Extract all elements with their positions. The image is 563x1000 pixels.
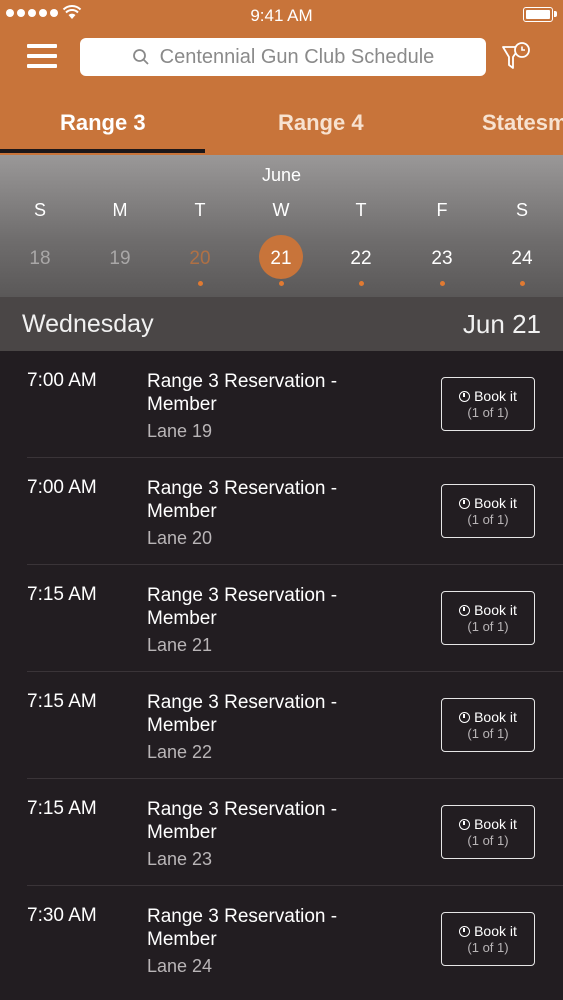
reservation-time: 7:15 AM [27,691,97,712]
selected-weekday: Wednesday [22,310,154,338]
status-bar: 9:41 AM [0,0,563,30]
list-item[interactable]: 7:15 AM Range 3 Reservation - Member Lan… [0,672,563,779]
reservation-title: Range 3 Reservation - Member [147,371,338,415]
list-item[interactable]: 7:15 AM Range 3 Reservation - Member Lan… [0,565,563,672]
book-it-button[interactable]: Book it (1 of 1) [441,484,535,538]
book-it-button[interactable]: Book it (1 of 1) [441,912,535,966]
weekday-label: S [515,200,528,220]
range-tabs: Range 3 Range 4 Statesm [0,92,563,155]
app-header: Centennial Gun Club Schedule Range 3 Ran… [0,30,563,155]
book-it-button[interactable]: Book it (1 of 1) [441,698,535,752]
reservation-list: 7:00 AM Range 3 Reservation - Member Lan… [0,351,563,993]
calendar-day[interactable]: 19 [95,248,145,270]
event-dot [520,281,525,286]
book-it-label: Book it [474,495,517,511]
event-dot [440,281,445,286]
event-dot [279,281,284,286]
clock-icon [459,711,471,723]
reservation-lane: Lane 19 [147,421,213,441]
book-it-button[interactable]: Book it (1 of 1) [441,591,535,645]
book-it-button[interactable]: Book it (1 of 1) [441,377,535,431]
availability-count: (1 of 1) [467,726,509,741]
list-item[interactable]: 7:30 AM Range 3 Reservation - Member Lan… [0,886,563,993]
calendar-day[interactable]: 23 [417,248,467,270]
availability-count: (1 of 1) [467,833,509,848]
search-icon [132,49,149,65]
availability-count: (1 of 1) [467,940,509,955]
weekday-label: W [272,200,290,220]
reservation-title: Range 3 Reservation - Member [147,692,338,736]
book-it-label: Book it [474,388,517,404]
selected-date: Jun 21 [462,309,541,339]
menu-icon[interactable] [27,42,59,70]
event-dot [359,281,364,286]
search-text: Centennial Gun Club Schedule [159,45,435,68]
calendar-day[interactable]: 18 [15,248,65,270]
calendar-day[interactable]: 24 [497,248,547,270]
reservation-lane: Lane 23 [147,849,213,869]
reservation-time: 7:15 AM [27,584,97,605]
reservation-title: Range 3 Reservation - Member [147,585,338,629]
weekday-label: M [112,200,128,220]
reservation-time: 7:00 AM [27,477,97,498]
status-time: 9:41 AM [250,6,313,25]
reservation-lane: Lane 21 [147,635,213,655]
date-header: Wednesday Jun 21 [0,297,563,351]
tab-range-3[interactable]: Range 3 [60,110,146,136]
reservation-lane: Lane 22 [147,742,213,762]
week-calendar: June S M T W T F S 18 19 20 21 22 23 24 [0,155,563,297]
weekday-label: F [436,200,448,220]
reservation-time: 7:30 AM [27,905,97,926]
calendar-day[interactable]: 20 [175,248,225,270]
reservation-title: Range 3 Reservation - Member [147,906,338,950]
reservation-time: 7:00 AM [27,370,97,391]
event-dot [198,281,203,286]
list-item[interactable]: 7:00 AM Range 3 Reservation - Member Lan… [0,351,563,458]
battery-icon [523,7,557,22]
active-tab-indicator [0,149,205,153]
clock-icon [459,390,471,402]
list-item[interactable]: 7:15 AM Range 3 Reservation - Member Lan… [0,779,563,886]
weekday-label: T [355,200,367,220]
search-bar[interactable]: Centennial Gun Club Schedule [80,38,486,76]
calendar-day[interactable]: 22 [336,248,386,270]
tab-range-4[interactable]: Range 4 [278,110,364,136]
weekday-label: T [194,200,206,220]
clock-icon [459,818,471,830]
clock-icon [459,925,471,937]
filter-clock-icon[interactable] [500,40,532,74]
book-it-button[interactable]: Book it (1 of 1) [441,805,535,859]
availability-count: (1 of 1) [467,405,509,420]
list-item[interactable]: 7:00 AM Range 3 Reservation - Member Lan… [0,458,563,565]
weekday-label: S [33,200,46,220]
calendar-day-selected[interactable]: 21 [256,248,306,270]
calendar-month: June [261,165,302,185]
book-it-label: Book it [474,709,517,725]
reservation-lane: Lane 24 [147,956,213,976]
book-it-label: Book it [474,816,517,832]
availability-count: (1 of 1) [467,512,509,527]
book-it-label: Book it [474,602,517,618]
reservation-title: Range 3 Reservation - Member [147,799,338,843]
reservation-title: Range 3 Reservation - Member [147,478,338,522]
reservation-lane: Lane 20 [147,528,213,548]
availability-count: (1 of 1) [467,619,509,634]
book-it-label: Book it [474,923,517,939]
clock-icon [459,497,471,509]
reservation-time: 7:15 AM [27,798,97,819]
tab-statesman[interactable]: Statesm [482,110,563,136]
clock-icon [459,604,471,616]
